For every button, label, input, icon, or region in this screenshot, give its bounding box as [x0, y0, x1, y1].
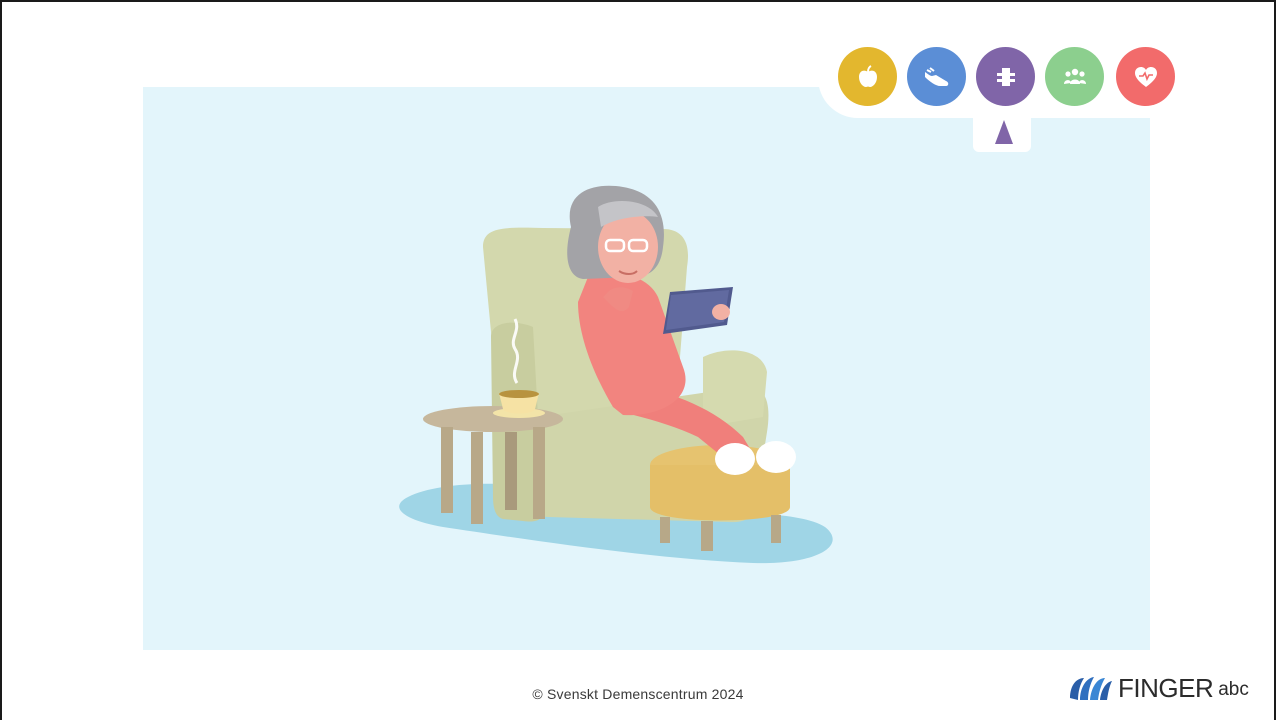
social-activity-button[interactable] — [1045, 47, 1104, 106]
nutrition-button[interactable] — [838, 47, 897, 106]
ottoman-body — [650, 465, 790, 521]
ottoman-leg — [660, 517, 670, 543]
people-icon — [1063, 68, 1086, 84]
puzzle-icon — [996, 67, 1015, 86]
logo-suffix: abc — [1218, 679, 1249, 700]
logo-text: FINGER — [1118, 672, 1214, 703]
heart-pulse-icon — [1134, 66, 1157, 87]
finger-abc-logo: FINGER abc — [1066, 672, 1249, 704]
tea — [499, 390, 539, 398]
apple-icon — [858, 64, 877, 87]
shoe-icon — [924, 66, 948, 86]
woman-hand — [712, 304, 730, 320]
ottoman-leg — [771, 515, 781, 543]
hands-logo-icon — [1070, 677, 1112, 700]
sock — [756, 441, 796, 473]
heart-health-button[interactable] — [1116, 47, 1175, 106]
selected-category-pointer — [995, 120, 1013, 144]
side-table-leg — [533, 427, 545, 519]
woman-reading-tablet-illustration — [399, 185, 833, 564]
side-table-leg — [471, 432, 483, 524]
sock — [715, 443, 755, 475]
side-table-leg — [441, 427, 453, 513]
cognitive-training-button[interactable] — [976, 47, 1035, 106]
physical-activity-button[interactable] — [907, 47, 966, 106]
side-table-leg — [505, 432, 517, 510]
ottoman-leg — [701, 521, 713, 551]
